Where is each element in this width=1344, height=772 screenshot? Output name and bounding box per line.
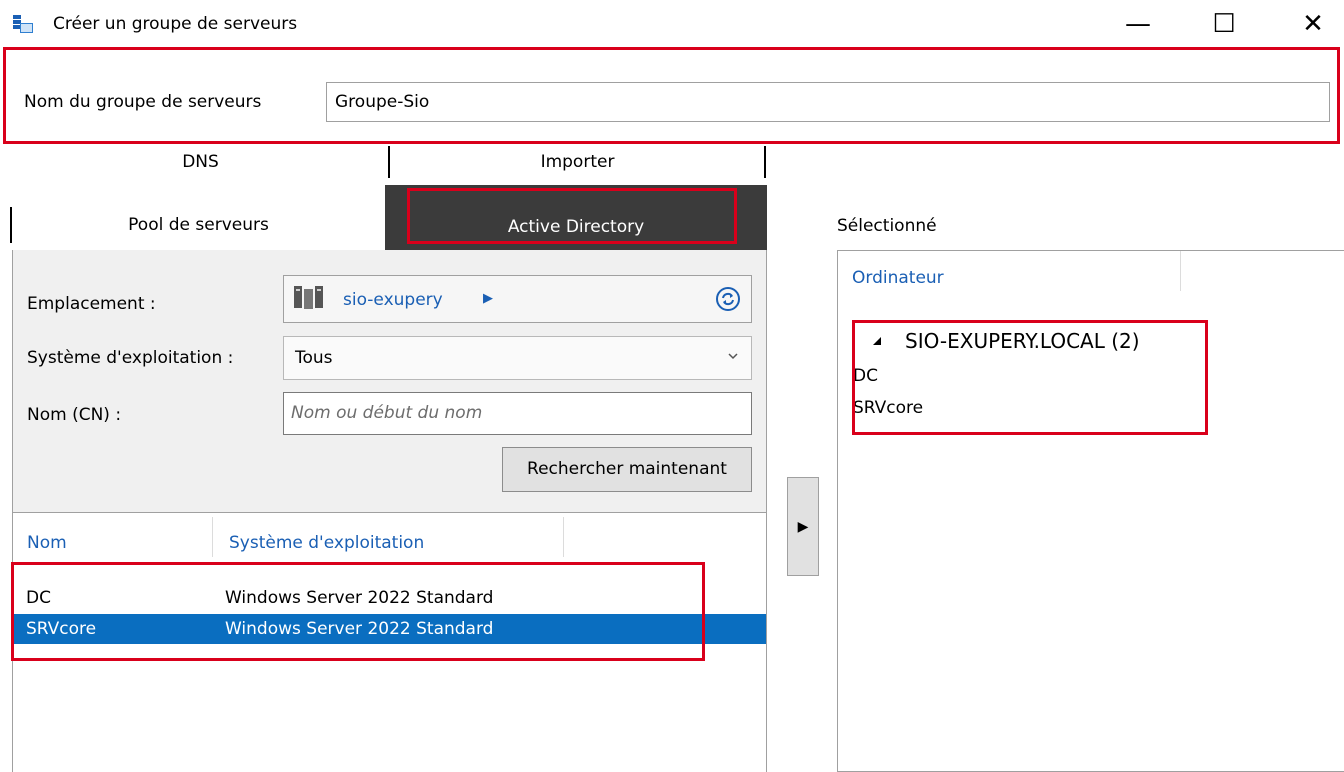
column-header-os[interactable]: Système d'exploitation	[229, 531, 424, 555]
chevron-down-icon	[726, 348, 740, 362]
maximize-button[interactable]: ☐	[1193, 0, 1255, 48]
column-separator	[563, 517, 564, 557]
os-select[interactable]	[283, 336, 752, 380]
domain-icon	[292, 284, 328, 310]
row-os: Windows Server 2022 Standard	[225, 588, 494, 608]
column-separator	[212, 517, 213, 557]
breadcrumb-arrow-icon[interactable]: ▶	[483, 289, 493, 309]
minimize-button[interactable]: —	[1107, 0, 1169, 48]
table-row[interactable]: DC Windows Server 2022 Standard	[13, 583, 766, 613]
selected-item[interactable]: SRVcore	[853, 396, 923, 420]
column-header-name[interactable]: Nom	[27, 531, 67, 555]
os-select-value: Tous	[295, 348, 333, 368]
tab-active-directory[interactable]: Active Directory	[385, 185, 767, 250]
location-label: Emplacement :	[27, 294, 156, 314]
domain-group-header[interactable]: SIO-EXUPERY.LOCAL (2)	[905, 328, 1140, 354]
selected-label: Sélectionné	[837, 216, 937, 236]
app-icon	[12, 14, 34, 34]
collapse-arrow-icon[interactable]	[871, 332, 883, 345]
close-button[interactable]: ✕	[1282, 0, 1344, 48]
add-to-selection-button[interactable]: ▶	[787, 477, 819, 576]
row-name: SRVcore	[26, 619, 97, 639]
window-title: Créer un groupe de serveurs	[53, 14, 298, 34]
column-separator	[1180, 251, 1181, 291]
group-name-label: Nom du groupe de serveurs	[24, 92, 262, 112]
tab-divider	[764, 146, 766, 178]
group-name-input[interactable]: Groupe-Sio	[326, 82, 1330, 122]
tab-pool-de-serveurs[interactable]: Pool de serveurs	[12, 210, 385, 240]
search-now-button[interactable]: Rechercher maintenant	[502, 447, 752, 492]
refresh-icon[interactable]	[715, 286, 741, 312]
cn-input-placeholder: Nom ou début du nom	[291, 403, 483, 423]
table-row-selected[interactable]: SRVcore Windows Server 2022 Standard	[13, 614, 766, 644]
row-name: DC	[26, 588, 51, 608]
tab-dns[interactable]: DNS	[12, 150, 389, 174]
tab-importer[interactable]: Importer	[390, 150, 765, 174]
selected-item[interactable]: DC	[853, 364, 878, 388]
cn-label: Nom (CN) :	[27, 405, 122, 425]
row-os: Windows Server 2022 Standard	[225, 619, 494, 639]
column-header-computer[interactable]: Ordinateur	[852, 266, 944, 290]
os-label: Système d'exploitation :	[27, 348, 234, 368]
location-value[interactable]: sio-exupery	[343, 288, 443, 312]
